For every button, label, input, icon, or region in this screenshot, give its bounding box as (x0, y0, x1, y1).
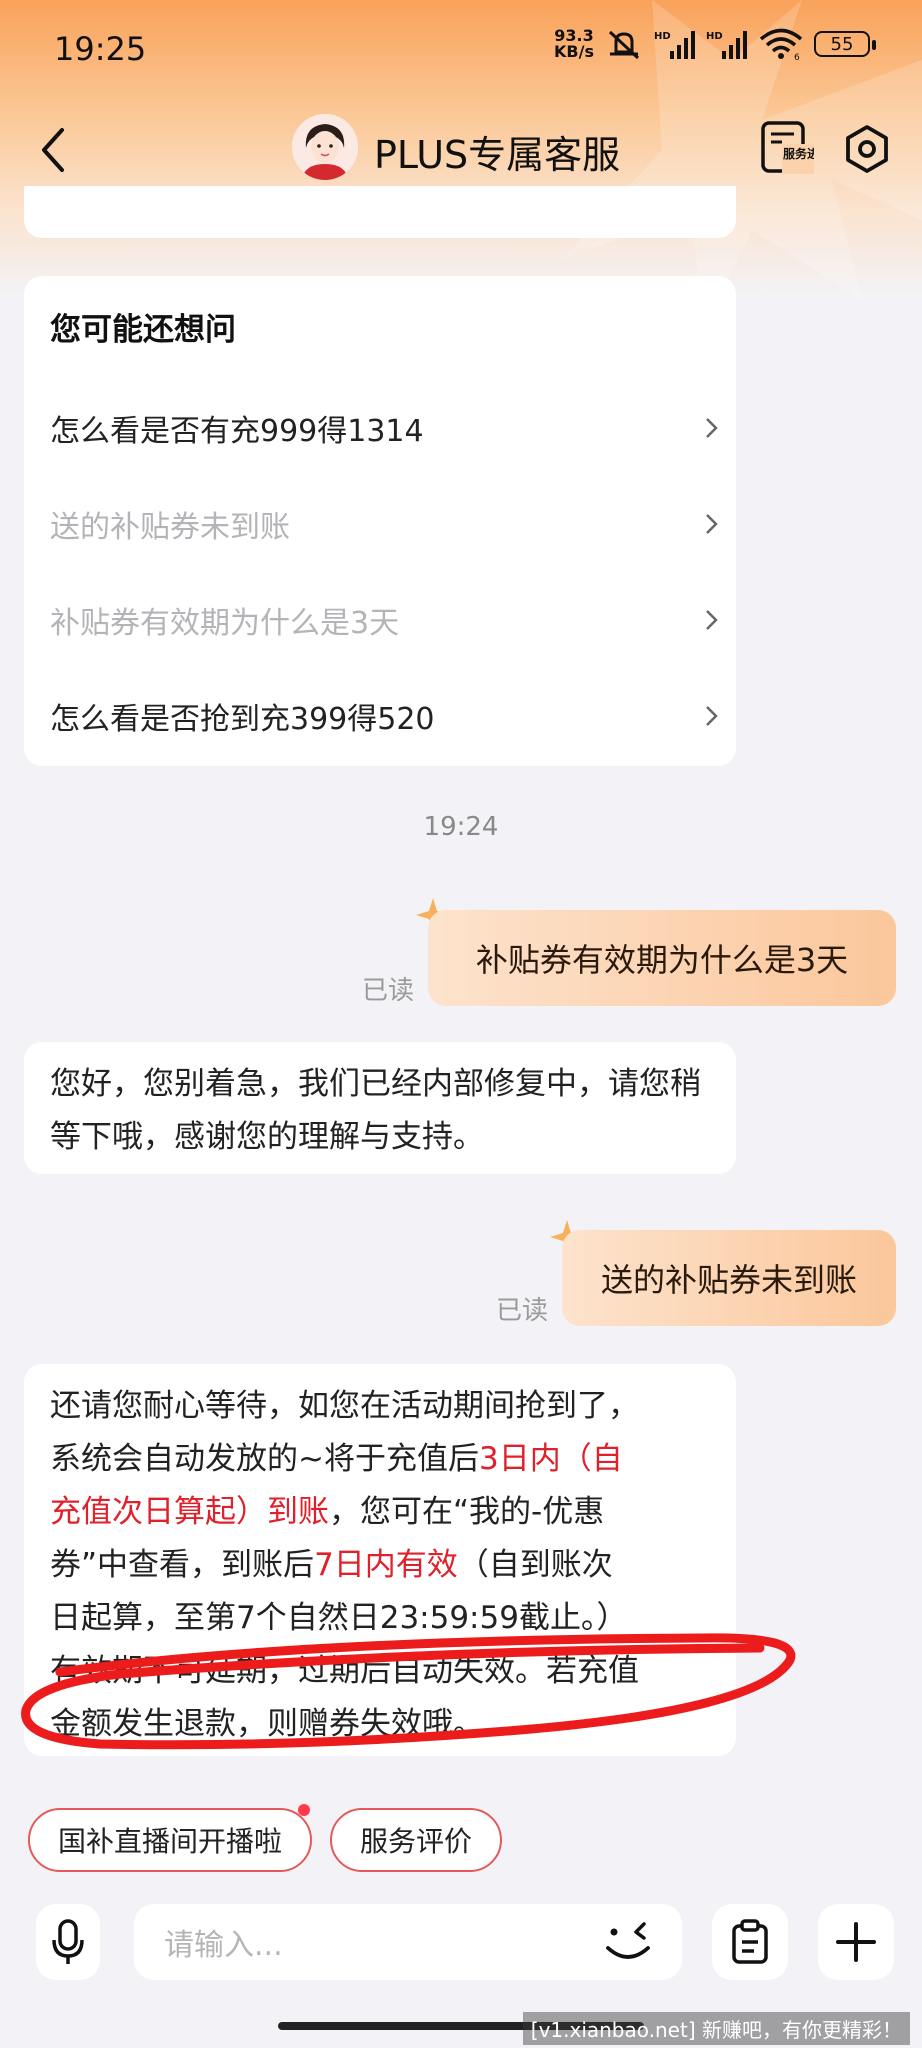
suggested-question-label: 怎么看是否抢到充399得520 (50, 702, 435, 737)
agent-message-text: 券”中查看，到账后 (50, 1547, 315, 1583)
chat-header: PLUS专属客服 服务进度 (0, 108, 922, 194)
chat-input-bar: 请输入... (0, 1888, 922, 2008)
previous-message-card (24, 186, 736, 238)
agent-message-line: 还请您耐心等待，如您在活动期间抢到了， (50, 1388, 639, 1424)
suggested-question-1[interactable]: 怎么看是否有充999得1314 (50, 398, 720, 458)
agent-message-line: 日起算，至第7个自然日23:59:59截止。） (50, 1600, 628, 1636)
read-receipt: 已读 (496, 1296, 549, 1326)
chat-timestamp: 19:24 (423, 812, 499, 842)
battery-level: 55 (830, 33, 854, 55)
service-progress-label: 服务进度 (783, 146, 814, 161)
suggested-questions-heading: 您可能还想问 (50, 312, 236, 348)
agent-message-line: 金额发生退款，则赠券失效哦。 (50, 1706, 484, 1742)
my-message-text: 送的补贴券未到账 (600, 1261, 857, 1299)
mute-icon (608, 30, 640, 60)
agent-message-line: 券”中查看，到账后7日内有效（自到账次 (50, 1539, 710, 1592)
chevron-right-icon (706, 514, 718, 534)
notification-dot (298, 1804, 310, 1816)
suggested-question-4[interactable]: 怎么看是否抢到充399得520 (50, 686, 720, 746)
suggested-question-3[interactable]: 补贴券有效期为什么是3天 (50, 590, 720, 650)
chevron-right-icon (706, 418, 718, 438)
quick-chip-live-stream[interactable]: 国补直播间开播啦 (28, 1808, 312, 1872)
more-actions-button[interactable] (818, 1904, 894, 1980)
emoji-wink-icon[interactable] (600, 1914, 656, 1970)
agent-message-line: 系统会自动发放的~将于充值后3日内（自 (50, 1433, 710, 1486)
network-speed: 93.3 KB/s (554, 28, 594, 60)
agent-message-text: 您好，您别着急，我们已经内部修复中，请您稍等下哦，感谢您的理解与支持。 (50, 1066, 701, 1155)
net-speed-unit: KB/s (554, 42, 594, 61)
cellular-signal-icon: HD (654, 31, 695, 59)
agent-message-text: 系统会自动发放的~将于充值后 (50, 1441, 479, 1477)
agent-message-bubble: 您好，您别着急，我们已经内部修复中，请您稍等下哦，感谢您的理解与支持。 (24, 1042, 736, 1174)
highlight-text: 充值次日算起）到账 (50, 1494, 329, 1530)
my-message-bubble[interactable]: 送的补贴券未到账 (562, 1230, 896, 1326)
agent-avatar-icon (292, 114, 358, 180)
clipboard-icon (732, 1919, 768, 1964)
agent-message-line: 有效期不可延期，过期后自动失效。若充值 (50, 1653, 639, 1689)
clipboard-button[interactable] (712, 1904, 788, 1980)
suggested-question-label: 怎么看是否有充999得1314 (50, 414, 424, 449)
quick-chip-label: 服务评价 (359, 1825, 472, 1858)
suggested-question-label: 送的补贴券未到账 (50, 510, 290, 545)
highlight-text: 7日内有效 (314, 1547, 458, 1583)
wifi-label: 6 (794, 53, 800, 60)
watermark: [v1.xianbao.net] 新赚吧，有你更精彩！ (522, 2012, 910, 2045)
agent-message-text: ，您可在“我的-优惠 (329, 1494, 605, 1530)
highlight-text: 3日内（自 (478, 1441, 623, 1477)
status-bar: 19:25 93.3 KB/s HD HD 6 55 (0, 0, 922, 100)
quick-chip-label: 国补直播间开播啦 (57, 1825, 282, 1858)
my-message-bubble[interactable]: 补贴券有效期为什么是3天 (428, 910, 896, 1006)
agent-message-text: （自到账次 (457, 1547, 613, 1583)
chat-title: PLUS专属客服 (374, 133, 621, 177)
agent-message-bubble: 还请您耐心等待，如您在活动期间抢到了， 系统会自动发放的~将于充值后3日内（自 … (24, 1364, 736, 1756)
wifi-icon: 6 (759, 28, 803, 60)
read-receipt: 已读 (362, 976, 415, 1006)
input-placeholder: 请输入... (164, 1928, 283, 1963)
agent-avatar (292, 114, 358, 180)
chevron-right-icon (706, 706, 718, 726)
cellular-signal-2-icon: HD (706, 31, 747, 59)
hd2-label: HD (706, 31, 723, 42)
back-arrow-icon[interactable] (34, 122, 74, 178)
suggested-question-label: 补贴券有效期为什么是3天 (50, 606, 400, 641)
suggested-questions-card: 您可能还想问 怎么看是否有充999得1314 送的补贴券未到账 补贴券有效期为什… (24, 276, 736, 766)
plus-icon (836, 1922, 876, 1962)
chevron-right-icon (706, 610, 718, 630)
agent-message-line: 充值次日算起）到账，您可在“我的-优惠 (50, 1486, 710, 1539)
my-message-text: 补贴券有效期为什么是3天 (475, 941, 849, 979)
settings-gear-icon[interactable] (842, 124, 892, 174)
voice-input-button[interactable] (36, 1904, 100, 1980)
hd1-label: HD (654, 31, 671, 42)
quick-chip-service-rating[interactable]: 服务评价 (330, 1808, 502, 1872)
service-progress-icon[interactable]: 服务进度 (760, 120, 814, 176)
status-icons: 93.3 KB/s HD HD 6 55 (554, 28, 876, 60)
microphone-icon (52, 1919, 84, 1964)
suggested-question-2[interactable]: 送的补贴券未到账 (50, 494, 720, 554)
status-time: 19:25 (54, 30, 147, 68)
battery-indicator: 55 (814, 31, 876, 57)
